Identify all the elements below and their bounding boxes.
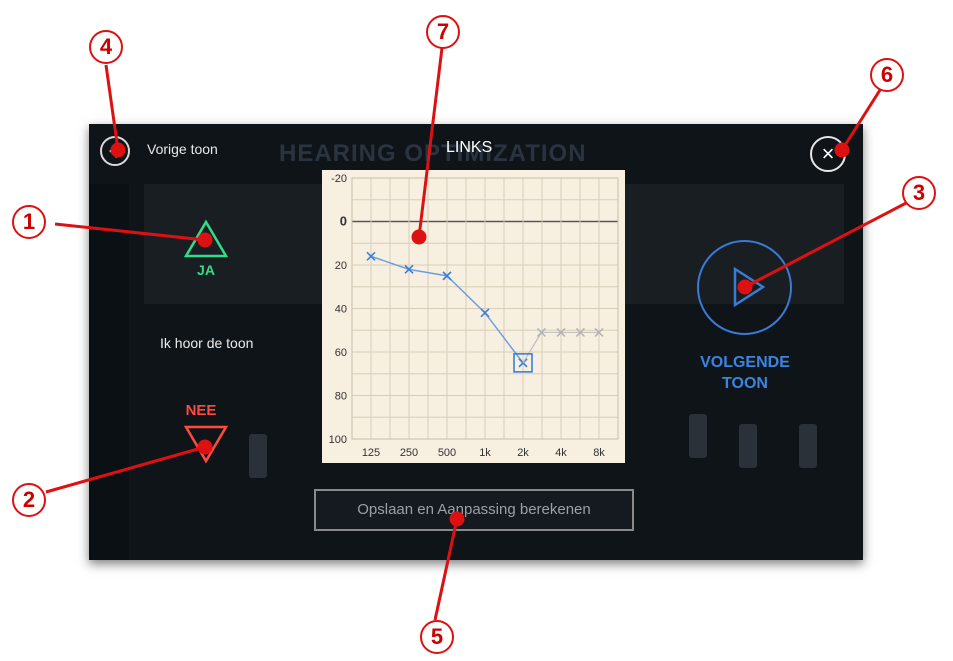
annotation-marker-3: 3 [902, 176, 936, 210]
annotation-marker-6: 6 [870, 58, 904, 92]
annotation-dot-1 [197, 232, 213, 248]
annotation-line-4 [104, 64, 120, 151]
annotation-line-5 [433, 518, 459, 621]
annotation-marker-5: 5 [420, 620, 454, 654]
annotation-dot-4 [110, 142, 126, 158]
annotation-dot-6 [834, 142, 850, 158]
annotation-dot-7 [411, 229, 427, 245]
annotation-line-7 [417, 47, 444, 238]
annotation-marker-4: 4 [89, 30, 123, 64]
annotation-line-6 [840, 89, 882, 151]
annotation-dot-5 [449, 511, 465, 527]
annotation-dot-3 [737, 279, 753, 295]
annotation-dot-2 [197, 439, 213, 455]
annotation-marker-2: 2 [12, 483, 46, 517]
annotation-marker-7: 7 [426, 15, 460, 49]
annotation-line-2 [45, 445, 206, 494]
annotation-line-3 [744, 198, 913, 289]
annotation-line-1 [54, 222, 206, 242]
annotation-marker-1: 1 [12, 205, 46, 239]
annotation-lines [45, 47, 913, 621]
